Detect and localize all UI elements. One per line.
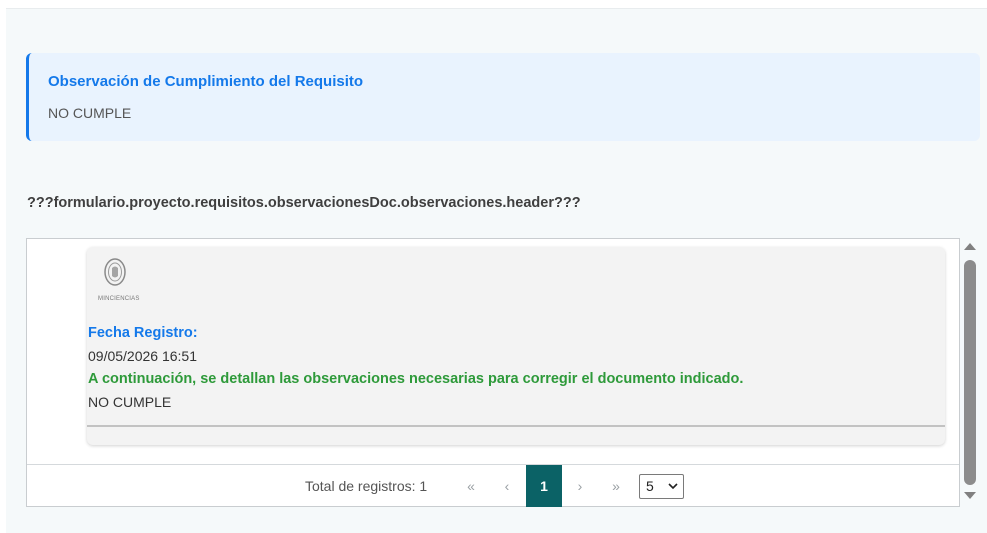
total-records: Total de registros: 1 <box>305 478 428 494</box>
observation-record: MINCIENCIAS Fecha Registro: 09/05/2026 1… <box>87 247 945 445</box>
observations-panel: MINCIENCIAS Fecha Registro: 09/05/2026 1… <box>26 238 960 507</box>
registration-date-value: 09/05/2026 16:51 <box>88 348 197 364</box>
current-page-button[interactable]: 1 <box>526 465 562 507</box>
first-page-button[interactable]: « <box>461 476 481 496</box>
paginator: Total de registros: 1 « ‹ 1 › » 5 <box>27 464 959 507</box>
observation-value: NO CUMPLE <box>88 394 172 410</box>
observations-header: ???formulario.proyecto.requisitos.observ… <box>27 195 581 211</box>
callout-title: Observación de Cumplimiento del Requisit… <box>48 73 364 90</box>
page-size-value: 5 <box>646 478 654 494</box>
card-divider <box>87 425 945 427</box>
callout-value: NO CUMPLE <box>48 105 132 121</box>
registration-date-label: Fecha Registro: <box>88 325 198 341</box>
seal-icon <box>104 258 126 286</box>
compliance-callout: Observación de Cumplimiento del Requisit… <box>26 53 980 141</box>
scroll-down-arrow-icon[interactable] <box>964 492 976 499</box>
observation-intro: A continuación, se detallan las observac… <box>88 371 744 387</box>
logo-text: MINCIENCIAS <box>98 296 140 302</box>
scroll-thumb[interactable] <box>964 260 976 485</box>
scroll-up-arrow-icon[interactable] <box>964 243 976 250</box>
previous-page-button[interactable]: ‹ <box>497 476 517 496</box>
panel-scrollbar[interactable] <box>961 238 979 506</box>
page-size-select[interactable]: 5 <box>639 474 684 499</box>
last-page-button[interactable]: » <box>606 476 626 496</box>
next-page-button[interactable]: › <box>570 476 590 496</box>
chevron-down-icon <box>668 483 678 490</box>
